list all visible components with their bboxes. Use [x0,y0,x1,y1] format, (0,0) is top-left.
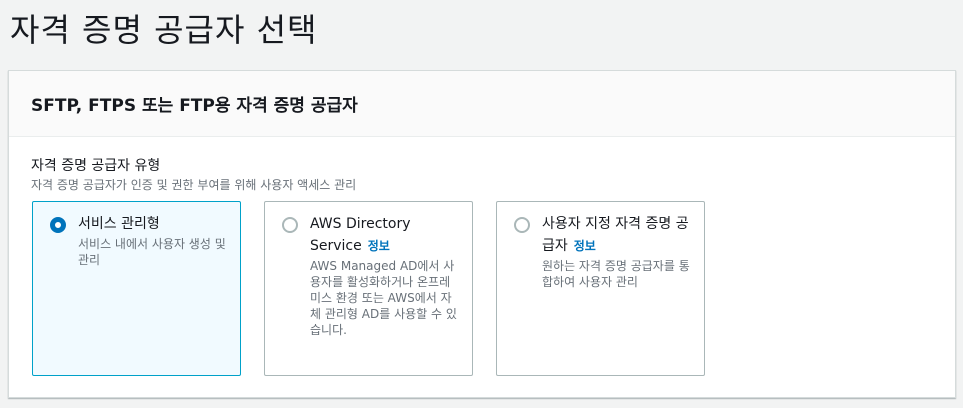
option-title-wrap: AWS Directory Service 정보 [310,213,460,257]
option-aws-directory-service[interactable]: AWS Directory Service 정보 AWS Managed AD에서… [264,201,473,376]
option-service-managed[interactable]: 서비스 관리형 서비스 내에서 사용자 생성 및 관리 [32,201,241,376]
provider-type-label: 자격 증명 공급자 유형 [31,158,161,174]
radio-aws-directory-service[interactable] [282,217,298,233]
option-description: 서비스 내에서 사용자 생성 및 관리 [78,237,226,267]
option-title: AWS Directory Service [310,216,411,254]
info-link[interactable]: 정보 [574,239,596,253]
panel-title: SFTP, FTPS 또는 FTP용 자격 증명 공급자 [31,96,358,116]
option-title-wrap: 사용자 지정 자격 증명 공급자 정보 [542,213,692,257]
option-custom-identity-provider[interactable]: 사용자 지정 자격 증명 공급자 정보 원하는 자격 증명 공급자를 통합하여 사… [496,201,705,376]
identity-provider-panel: SFTP, FTPS 또는 FTP용 자격 증명 공급자 자격 증명 공급자 유… [8,70,956,398]
option-aws-directory-service-body: AWS Directory Service 정보 AWS Managed AD에서… [310,213,460,338]
option-description: AWS Managed AD에서 사용자를 활성화하거나 온프레미스 환경 또는… [310,259,457,337]
page-title: 자격 증명 공급자 선택 [10,11,318,49]
info-link[interactable]: 정보 [368,239,390,253]
option-custom-identity-provider-body: 사용자 지정 자격 증명 공급자 정보 원하는 자격 증명 공급자를 통합하여 사… [542,213,692,290]
provider-type-description: 자격 증명 공급자가 인증 및 권한 부여를 위해 사용자 액세스 관리 [31,178,357,192]
option-title: 서비스 관리형 [78,216,160,232]
radio-custom-identity-provider[interactable] [514,217,530,233]
option-title: 사용자 지정 자격 증명 공급자 [542,216,689,254]
radio-service-managed[interactable] [50,217,66,233]
panel-header: SFTP, FTPS 또는 FTP용 자격 증명 공급자 [9,71,955,137]
option-description: 원하는 자격 증명 공급자를 통합하여 사용자 관리 [542,259,690,289]
option-service-managed-body: 서비스 관리형 서비스 내에서 사용자 생성 및 관리 [78,213,228,268]
